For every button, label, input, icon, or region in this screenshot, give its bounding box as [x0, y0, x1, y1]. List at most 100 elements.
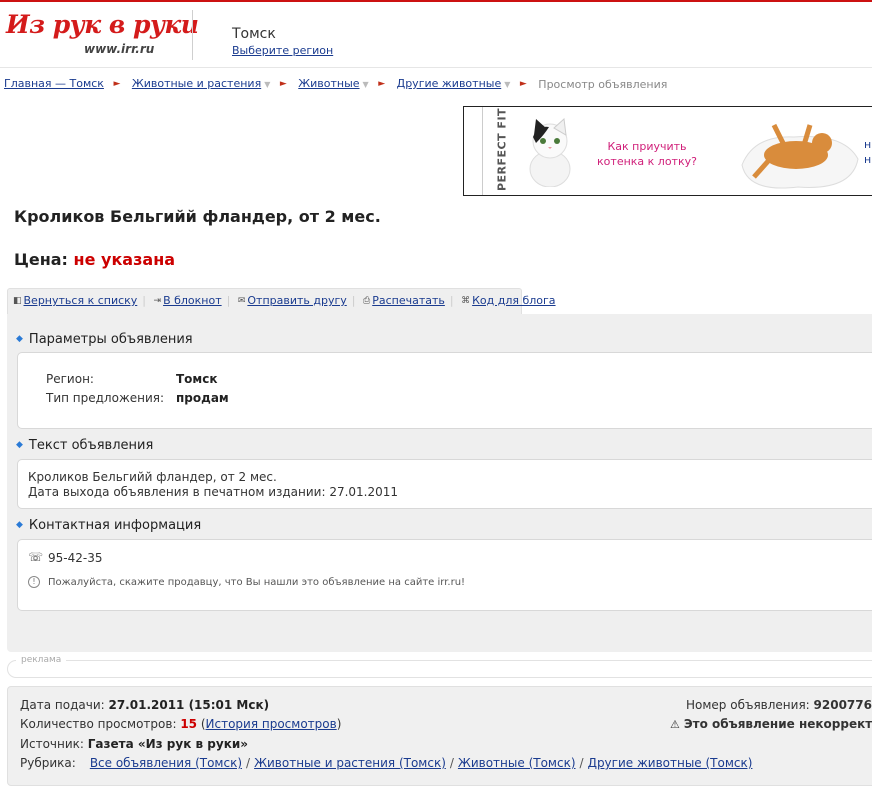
rubric-link-animals[interactable]: Животные (Томск): [458, 756, 576, 770]
params-title-text: Параметры объявления: [28, 332, 193, 347]
breadcrumb-animals[interactable]: Животные: [298, 77, 359, 90]
envelope-icon: ✉: [237, 296, 246, 306]
views-history-link[interactable]: История просмотров: [206, 717, 337, 731]
back-icon: ◧: [13, 296, 22, 306]
price-value: не указана: [73, 250, 176, 269]
rubric-label: Рубрика:: [20, 756, 76, 770]
chevron-down-icon[interactable]: ▼: [504, 80, 510, 89]
warning-icon: ⚠: [670, 718, 680, 731]
current-city: Томск: [232, 26, 276, 42]
ad-text-line1: Кроликов Бельгийй фландер, от 2 мес.: [28, 470, 277, 484]
printer-icon: ⎙: [363, 296, 371, 306]
breadcrumb-separator-icon: ►: [113, 79, 121, 89]
ad-details-box: ◆ Параметры объявления Регион: Томск Тип …: [7, 314, 872, 652]
rubric-separator: /: [246, 756, 251, 770]
banner-right-text: нн: [864, 138, 872, 166]
region-value: Томск: [176, 372, 218, 386]
banner-text-line1: Как приучить: [607, 140, 687, 153]
notebook-link[interactable]: В блокнот: [163, 294, 222, 307]
source-line: Источник: Газета «Из рук в руки»: [20, 737, 248, 751]
logo-url: www.irr.ru: [84, 42, 155, 56]
rubric-line: Рубрика: Все объявления (Томск) / Животные …: [20, 756, 752, 770]
send-friend-link[interactable]: Отправить другу: [247, 294, 346, 307]
cat-on-pillow-image: [741, 123, 859, 189]
diamond-bullet-icon: ◆: [16, 520, 23, 530]
rubric-link-all[interactable]: Все объявления (Томск): [90, 756, 242, 770]
choose-region-link[interactable]: Выберите регион: [232, 44, 333, 57]
date-line: Дата подачи: 27.01.2011 (15:01 Мск): [20, 698, 269, 712]
site-header: Из рук в руки www.irr.ru Томск Выберите …: [0, 2, 872, 68]
lightbulb-icon: !: [28, 576, 40, 588]
ad-number-value: 92007769: [813, 698, 872, 712]
ad-label: реклама: [16, 655, 67, 665]
region-label: Регион:: [46, 372, 94, 386]
rubric-separator: /: [579, 756, 584, 770]
banner-brand: PERFECT FIT: [495, 107, 509, 192]
site-logo[interactable]: Из рук в руки www.irr.ru: [6, 10, 199, 64]
breadcrumb-separator-icon: ►: [378, 79, 386, 89]
ad-meta-box: Дата подачи: 27.01.2011 (15:01 Мск) Коли…: [7, 686, 872, 786]
breadcrumb-separator-icon: ►: [279, 79, 287, 89]
text-section-title: ◆ Текст объявления: [16, 438, 153, 453]
price-row: Цена: не указана: [14, 250, 175, 269]
banner-text: Как приучить котенка к лотку?: [592, 139, 702, 169]
offer-type-label: Тип предложения:: [46, 391, 165, 405]
banner-text-line2: котенка к лотку?: [597, 155, 697, 168]
contacts-title-text: Контактная информация: [28, 518, 202, 533]
rubric-separator: /: [449, 756, 454, 770]
date-value: 27.01.2011 (15:01 Мск): [108, 698, 270, 712]
params-panel: Регион: Томск Тип предложения: продам: [17, 352, 872, 429]
toolbar-divider: |: [142, 294, 147, 307]
breadcrumb-animals-plants[interactable]: Животные и растения: [132, 77, 261, 90]
source-value: Газета «Из рук в руки»: [87, 737, 249, 751]
diamond-bullet-icon: ◆: [16, 334, 23, 344]
report-incorrect-text[interactable]: Это объявление некорректно: [684, 717, 872, 731]
breadcrumb-current: Просмотр объявления: [538, 77, 668, 91]
back-to-list-link[interactable]: Вернуться к списку: [24, 294, 138, 307]
breadcrumb-other-animals[interactable]: Другие животные: [397, 77, 502, 90]
ad-text-line2: Дата выхода объявления в печатном издани…: [28, 485, 399, 499]
contacts-panel: ☏ 95-42-35 ! Пожалуйста, скажите продавц…: [17, 539, 872, 611]
header-divider: [192, 10, 193, 60]
code-icon: ⌘: [461, 296, 471, 306]
blog-code-link[interactable]: Код для блога: [472, 294, 555, 307]
ad-banner[interactable]: PERFECT FIT Как приучить котенка к лотку…: [463, 106, 872, 196]
contact-hint: Пожалуйста, скажите продавцу, что Вы наш…: [48, 577, 466, 588]
date-label: Дата подачи:: [20, 698, 105, 712]
rubric-link-other-animals[interactable]: Другие животные (Томск): [588, 756, 753, 770]
notebook-icon: ⇥: [153, 296, 162, 306]
text-panel: Кроликов Бельгийй фландер, от 2 мес. Дат…: [17, 459, 872, 509]
text-title-text: Текст объявления: [28, 438, 154, 453]
ad-title: Кроликов Бельгийй фландер, от 2 мес.: [14, 207, 381, 226]
notebook-button[interactable]: ⇥ В блокнот: [154, 294, 222, 307]
breadcrumb: Главная — Томск ► Животные и растения ▼ ►…: [4, 77, 667, 91]
views-count: 15: [180, 717, 198, 731]
phone-number: 95-42-35: [48, 551, 103, 565]
chevron-down-icon[interactable]: ▼: [363, 80, 369, 89]
kitten-image: [529, 117, 571, 187]
diamond-bullet-icon: ◆: [16, 440, 23, 450]
ad-number-label: Номер объявления:: [686, 698, 810, 712]
toolbar-divider: |: [449, 294, 454, 307]
ad-number-line: Номер объявления: 92007769: [686, 698, 872, 712]
rubric-link-animals-plants[interactable]: Животные и растения (Томск): [254, 756, 446, 770]
price-label: Цена:: [14, 250, 68, 269]
ad-placeholder: [7, 660, 872, 678]
chevron-down-icon[interactable]: ▼: [264, 80, 270, 89]
offer-type-value: продам: [176, 391, 229, 405]
ad-toolbar: ◧ Вернуться к списку | ⇥ В блокнот | ✉ Отправ…: [7, 288, 556, 314]
views-line: Количество просмотров: 15 (История просм…: [20, 717, 342, 731]
toolbar-divider: |: [226, 294, 231, 307]
breadcrumb-home[interactable]: Главная — Томск: [4, 77, 104, 90]
contacts-section-title: ◆ Контактная информация: [16, 518, 201, 533]
report-incorrect[interactable]: ⚠ Это объявление некорректно: [670, 717, 872, 731]
views-label: Количество просмотров:: [20, 717, 177, 731]
back-to-list-button[interactable]: ◧ Вернуться к списку: [13, 294, 137, 307]
logo-text: Из рук в руки: [6, 10, 199, 39]
source-label: Источник:: [20, 737, 84, 751]
send-friend-button[interactable]: ✉ Отправить другу: [238, 294, 347, 307]
print-button[interactable]: ⎙ Распечатать: [363, 294, 445, 307]
print-link[interactable]: Распечатать: [372, 294, 445, 307]
params-section-title: ◆ Параметры объявления: [16, 332, 193, 347]
blog-code-button[interactable]: ⌘ Код для блога: [461, 294, 555, 307]
